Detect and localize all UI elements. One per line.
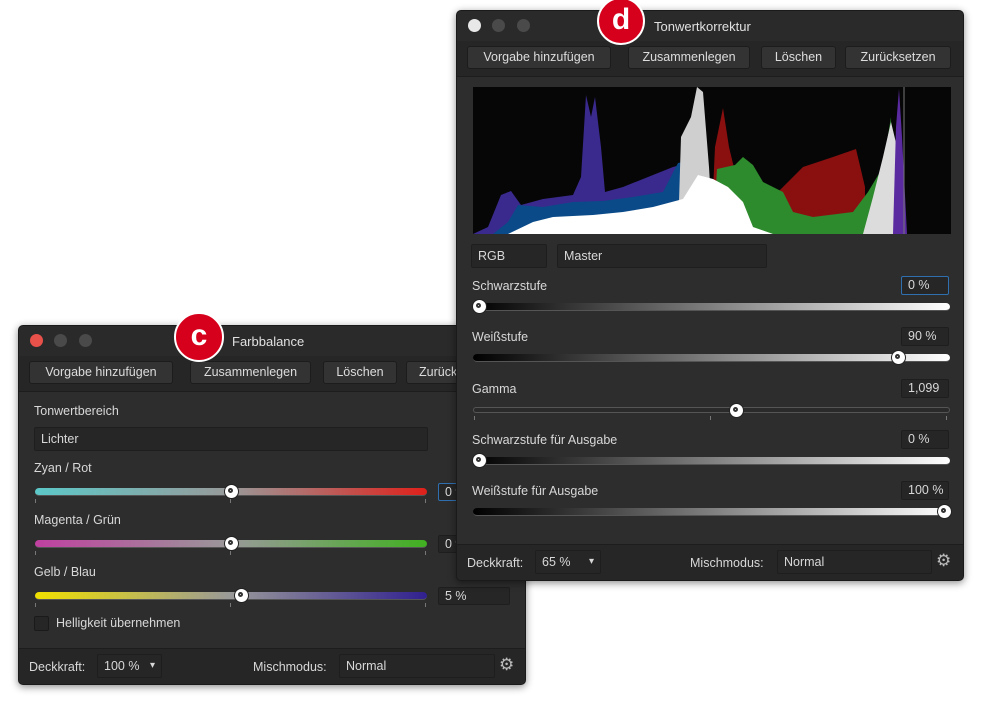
slider-tick — [230, 603, 231, 607]
slider-value-field[interactable]: 0 % — [901, 429, 949, 449]
slider-value-field[interactable]: 100 % — [901, 481, 949, 501]
badge-c: c — [174, 312, 224, 362]
merge-button[interactable]: Zusammenlegen — [190, 361, 311, 384]
blend-mode-label: Mischmodus: — [690, 556, 764, 570]
slider-label: Schwarzstufe für Ausgabe — [472, 432, 618, 447]
window-title: Tonwertkorrektur — [654, 19, 751, 34]
slider-tick — [474, 415, 475, 420]
window-title: Farbbalance — [232, 334, 305, 349]
luminosity-checkbox[interactable] — [34, 616, 49, 631]
slider-tick — [35, 603, 36, 607]
titlebar: Farbbalance — [19, 326, 525, 356]
farbbalance-window: Farbbalance Vorgabe hinzufügen Zusammenl… — [18, 325, 526, 685]
layer-select[interactable]: Master — [557, 244, 767, 268]
add-preset-button[interactable]: Vorgabe hinzufügen — [29, 361, 173, 384]
slider-knob[interactable] — [234, 589, 248, 602]
slider-value-field[interactable]: 1,099 — [901, 378, 949, 398]
level-slider[interactable] — [473, 351, 950, 365]
delete-button[interactable]: Löschen — [323, 361, 397, 384]
slider-tick — [35, 551, 36, 555]
level-slider[interactable] — [473, 300, 950, 313]
slider-tick — [425, 603, 426, 607]
footer: Deckkraft: 65 % Mischmodus: Normal ⚙ — [457, 544, 963, 580]
luminosity-label: Helligkeit übernehmen — [56, 616, 181, 630]
slider-value-field[interactable]: 0 % — [901, 276, 949, 295]
slider-tick — [230, 499, 231, 503]
slider-tick — [425, 551, 426, 555]
tonal-range-label: Tonwertbereich — [34, 404, 119, 418]
blend-mode-label: Mischmodus: — [253, 660, 327, 674]
opacity-label: Deckkraft: — [467, 556, 524, 570]
color-slider[interactable] — [35, 589, 427, 607]
gear-icon[interactable]: ⚙ — [936, 551, 951, 571]
close-button[interactable] — [30, 334, 43, 347]
delete-button[interactable]: Löschen — [761, 46, 836, 69]
slider-label: Magenta / Grün — [34, 513, 121, 527]
slider-label: Schwarzstufe — [472, 279, 548, 293]
slider-value-field[interactable]: 90 % — [901, 327, 949, 347]
tonwertkorrektur-window: Tonwertkorrektur Vorgabe hinzufügen Zusa… — [456, 10, 964, 581]
minimize-button[interactable] — [492, 19, 505, 32]
opacity-label: Deckkraft: — [29, 660, 86, 674]
slider-tick — [946, 415, 947, 420]
minimize-button[interactable] — [54, 334, 67, 347]
blend-mode-select[interactable]: Normal — [777, 550, 932, 574]
slider-label: Gamma — [472, 381, 517, 396]
slider-label: Weißstufe für Ausgabe — [472, 484, 599, 499]
slider-label: Weißstufe — [472, 330, 529, 345]
slider-value-field[interactable]: 5 % — [438, 587, 510, 605]
level-slider[interactable] — [473, 505, 951, 519]
slider-knob[interactable] — [225, 537, 238, 550]
tonal-range-select[interactable]: Lichter — [34, 427, 428, 451]
slider-knob[interactable] — [938, 505, 951, 519]
slider-knob[interactable] — [225, 485, 238, 498]
slider-tick — [230, 551, 231, 555]
merge-button[interactable]: Zusammenlegen — [628, 46, 750, 69]
reset-button[interactable]: Zurücksetzen — [845, 46, 951, 69]
color-slider[interactable] — [35, 537, 427, 555]
zoom-button[interactable] — [79, 334, 92, 347]
slider-tick — [35, 499, 36, 503]
slider-knob[interactable] — [891, 351, 905, 365]
add-preset-button[interactable]: Vorgabe hinzufügen — [467, 46, 611, 69]
slider-knob[interactable] — [473, 300, 486, 313]
slider-knob[interactable] — [729, 403, 743, 417]
slider-tick — [425, 499, 426, 503]
slider-label: Gelb / Blau — [34, 565, 96, 579]
blend-mode-select[interactable]: Normal — [339, 654, 495, 678]
slider-label: Zyan / Rot — [34, 461, 92, 475]
slider-tick — [710, 415, 711, 420]
close-button[interactable] — [468, 19, 481, 32]
titlebar: Tonwertkorrektur — [457, 11, 963, 41]
color-slider[interactable] — [35, 485, 427, 503]
channel-select[interactable]: RGB — [471, 244, 547, 268]
toolbar: Vorgabe hinzufügen Zusammenlegen Löschen… — [457, 41, 963, 77]
footer: Deckkraft: 100 % Mischmodus: Normal ⚙ — [19, 648, 525, 684]
toolbar: Vorgabe hinzufügen Zusammenlegen Löschen… — [19, 356, 525, 392]
slider-knob[interactable] — [473, 453, 486, 467]
opacity-select[interactable]: 65 % — [535, 550, 601, 574]
histogram — [473, 87, 951, 234]
zoom-button[interactable] — [517, 19, 530, 32]
level-slider[interactable] — [473, 453, 950, 467]
opacity-select[interactable]: 100 % — [97, 654, 162, 678]
level-slider[interactable] — [473, 403, 950, 420]
gear-icon[interactable]: ⚙ — [499, 655, 514, 675]
